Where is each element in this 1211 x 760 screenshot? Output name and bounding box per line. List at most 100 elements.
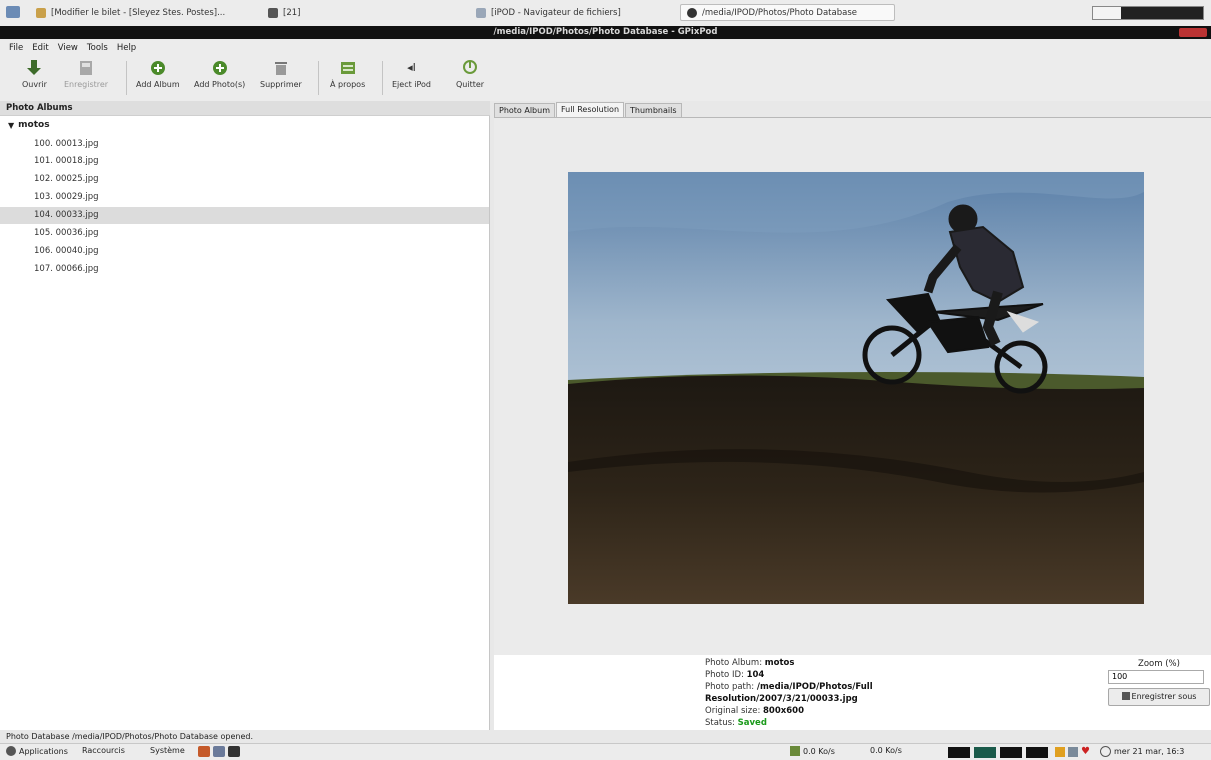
expander-icon[interactable]: ▼	[8, 121, 14, 130]
editor-icon	[36, 7, 46, 18]
volume-icon[interactable]	[1068, 746, 1078, 757]
open-button[interactable]: Ouvrir	[22, 59, 47, 89]
photo-row[interactable]: 101. 00018.jpg	[0, 153, 489, 170]
add-album-label: Add Album	[136, 80, 180, 89]
about-icon	[339, 59, 357, 77]
add-photos-label: Add Photo(s)	[194, 80, 246, 89]
info-id-label: Photo ID:	[705, 670, 744, 680]
tab-full-resolution[interactable]: Full Resolution	[556, 102, 625, 118]
photo-label: 102. 00025.jpg	[34, 174, 99, 184]
album-root-motos[interactable]: ▼ motos	[8, 120, 50, 130]
taskbar-item-label: [iPOD - Navigateur de fichiers]	[491, 7, 621, 18]
photo-label: 107. 00066.jpg	[34, 264, 99, 274]
open-icon	[25, 59, 43, 77]
clock-text: mer 21 mar, 16:3	[1114, 747, 1185, 756]
bottom-panel: Applications Raccourcis Système 0.0 Ko/s…	[0, 743, 1211, 760]
info-size-label: Original size:	[705, 706, 761, 716]
toolbar-separator	[382, 61, 383, 95]
eject-label: Eject iPod	[392, 80, 432, 89]
terminal-launcher-icon[interactable]	[228, 746, 240, 757]
menu-tools[interactable]: Tools	[87, 43, 108, 53]
applications-label: Applications	[19, 746, 68, 756]
clock[interactable]: mer 21 mar, 16:3	[1100, 746, 1184, 757]
net-down: 0.0 Ko/s	[803, 746, 835, 756]
menu-view[interactable]: View	[58, 43, 78, 53]
albums-tree[interactable]: ▼ motos 100. 00013.jpg 101. 00018.jpg 10…	[0, 116, 490, 730]
mail-icon[interactable]	[213, 746, 225, 757]
folder-icon	[476, 7, 486, 18]
add-album-button[interactable]: Add Album	[136, 59, 180, 89]
taskbar-item-gpixpod[interactable]: /media/IPOD/Photos/Photo Database	[680, 4, 895, 21]
tab-thumbnails[interactable]: Thumbnails	[625, 103, 682, 118]
photo-row[interactable]: 107. 00066.jpg	[0, 261, 489, 278]
photo-row[interactable]: 100. 00013.jpg	[0, 136, 489, 153]
applications-menu[interactable]: Applications	[6, 746, 68, 756]
window-close-button[interactable]	[1179, 28, 1207, 37]
info-album-label: Photo Album:	[705, 658, 763, 668]
update-icon[interactable]	[1055, 746, 1065, 757]
save-icon	[77, 59, 95, 77]
photo-row-selected[interactable]: 104. 00033.jpg	[0, 207, 489, 224]
firefox-icon[interactable]	[198, 746, 210, 757]
save-button[interactable]: Enregistrer	[64, 59, 108, 89]
trash-icon	[272, 59, 290, 77]
motocross-photo-image	[568, 172, 1144, 604]
taskbar-item-editor[interactable]: [Modifier le bilet - [Sleyez Stes. Poste…	[30, 4, 260, 21]
about-label: À propos	[330, 80, 366, 89]
menu-file[interactable]: File	[9, 43, 23, 53]
places-label: Raccourcis	[82, 746, 125, 755]
info-id-value: 104	[746, 670, 765, 680]
photo-row[interactable]: 103. 00029.jpg	[0, 189, 489, 206]
launcher-icons[interactable]	[198, 746, 240, 757]
photo-row[interactable]: 105. 00036.jpg	[0, 225, 489, 242]
foot-icon	[6, 746, 16, 756]
workspace-4[interactable]	[1026, 747, 1048, 758]
add-photos-icon	[211, 59, 229, 77]
gpixpod-icon	[687, 7, 697, 18]
taskbar-item-label: [Modifier le bilet - [Sleyez Stes. Poste…	[51, 7, 226, 18]
view-tabs: Photo Album Full Resolution Thumbnails	[494, 102, 683, 118]
info-status-value: Saved	[737, 718, 767, 728]
photo-label: 101. 00018.jpg	[34, 156, 99, 166]
network-monitor: 0.0 Ko/s	[790, 746, 835, 756]
info-path-line-2: Resolution/2007/3/21/00033.jpg	[705, 694, 858, 704]
menu-help[interactable]: Help	[117, 43, 136, 53]
zoom-input[interactable]	[1108, 670, 1204, 684]
info-album-value: motos	[764, 658, 795, 668]
workspace-1[interactable]	[948, 747, 970, 758]
system-menu[interactable]: Système	[150, 746, 185, 755]
photo-info-panel: Photo Album: motos Photo ID: 104 Photo p…	[494, 655, 1211, 730]
add-photos-button[interactable]: Add Photo(s)	[194, 59, 245, 89]
info-size-line: Original size: 800x600	[705, 706, 804, 716]
network-icon	[790, 746, 800, 756]
workspace-2[interactable]	[974, 747, 996, 758]
photo-row[interactable]: 106. 00040.jpg	[0, 243, 489, 260]
taskbar-item-file-browser[interactable]: [iPOD - Navigateur de fichiers]	[470, 4, 675, 21]
taskbar-item-label: /media/IPOD/Photos/Photo Database	[702, 7, 857, 18]
tab-photo-album[interactable]: Photo Album	[494, 103, 555, 118]
photo-row[interactable]: 102. 00025.jpg	[0, 171, 489, 188]
album-name: motos	[18, 120, 50, 130]
tray-icons[interactable]: ♥	[1055, 746, 1090, 757]
workspace-indicator[interactable]	[1092, 6, 1204, 20]
workspace-active	[1093, 7, 1121, 19]
info-path-value-1: /media/IPOD/Photos/Full	[756, 682, 873, 692]
workspace-3[interactable]	[1000, 747, 1022, 758]
save-as-button[interactable]: Enregistrer sous	[1108, 688, 1210, 706]
about-button[interactable]: À propos	[330, 59, 365, 89]
places-menu[interactable]: Raccourcis	[82, 746, 125, 755]
delete-button[interactable]: Supprimer	[260, 59, 302, 89]
clock-icon	[1100, 746, 1111, 757]
terminal-icon	[268, 7, 278, 18]
quit-button[interactable]: Quitter	[456, 59, 484, 89]
panel-menu-icon[interactable]	[6, 6, 20, 18]
taskbar-item-terminal[interactable]: [21]	[262, 4, 322, 21]
heart-icon[interactable]: ♥	[1081, 746, 1090, 757]
photo-label: 105. 00036.jpg	[34, 228, 99, 238]
info-status-line: Status: Saved	[705, 718, 767, 728]
eject-ipod-button[interactable]: ◂I Eject iPod	[392, 59, 431, 89]
save-as-icon	[1121, 692, 1130, 700]
menu-edit[interactable]: Edit	[32, 43, 48, 53]
photo-label: 100. 00013.jpg	[34, 139, 99, 149]
info-path-value-2: Resolution/2007/3/21/00033.jpg	[705, 694, 858, 704]
